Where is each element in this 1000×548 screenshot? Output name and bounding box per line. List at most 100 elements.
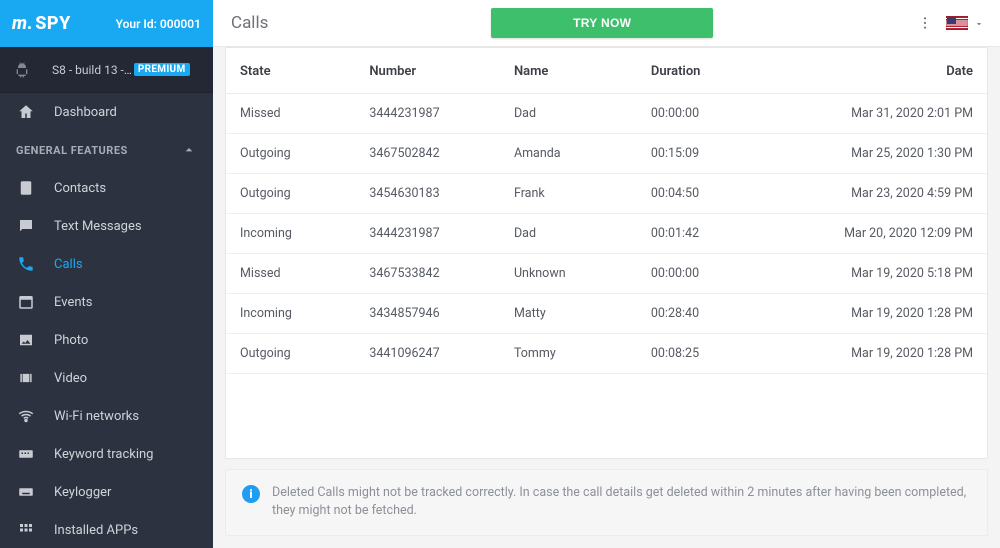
cell-date: Mar 20, 2020 12:09 PM: [766, 214, 987, 254]
sidebar-item-label: Text Messages: [54, 219, 142, 234]
sidebar-brand-bar: m.SPY Your Id: 000001: [0, 0, 213, 47]
sidebar-item-label: Events: [54, 295, 92, 310]
info-icon: i: [242, 485, 260, 503]
cell-number: 3454630183: [355, 174, 500, 214]
sidebar-item-video[interactable]: Video: [0, 359, 213, 397]
android-icon: [14, 62, 30, 78]
cell-number: 3441096247: [355, 334, 500, 374]
sidebar-item-label: Keylogger: [54, 485, 111, 500]
cell-duration: 00:15:09: [637, 134, 766, 174]
cell-number: 3467533842: [355, 254, 500, 294]
main-area: Calls TRY NOW Sta: [213, 0, 1000, 548]
table-row[interactable]: Incoming3444231987Dad00:01:42Mar 20, 202…: [226, 214, 987, 254]
sidebar: m.SPY Your Id: 000001 S8 - build 13 -… P…: [0, 0, 213, 548]
home-icon: [16, 102, 36, 122]
cell-duration: 00:01:42: [637, 214, 766, 254]
sidebar-item-label: Keyword tracking: [54, 447, 154, 462]
cell-name: Frank: [500, 174, 637, 214]
calls-table-card: State Number Name Duration Date Missed34…: [225, 47, 988, 459]
cell-date: Mar 23, 2020 4:59 PM: [766, 174, 987, 214]
sidebar-item-calls[interactable]: Calls: [0, 245, 213, 283]
cell-state: Outgoing: [226, 134, 355, 174]
content: State Number Name Duration Date Missed34…: [213, 47, 1000, 548]
sidebar-item-keylogger[interactable]: Keylogger: [0, 473, 213, 511]
cell-name: Unknown: [500, 254, 637, 294]
more-menu-button[interactable]: [916, 14, 934, 32]
page-title: Calls: [231, 13, 268, 33]
cell-number: 3444231987: [355, 214, 500, 254]
try-now-button[interactable]: TRY NOW: [491, 8, 713, 38]
sidebar-item-dashboard[interactable]: Dashboard: [0, 93, 213, 131]
notice-text: Deleted Calls might not be tracked corre…: [272, 484, 971, 522]
sidebar-item-keyword-tracking[interactable]: Keyword tracking: [0, 435, 213, 473]
table-row[interactable]: Incoming3434857946Matty00:28:40Mar 19, 2…: [226, 294, 987, 334]
keyboard-icon: [16, 444, 36, 464]
cell-state: Outgoing: [226, 174, 355, 214]
device-selector[interactable]: S8 - build 13 -… PREMIUM: [0, 47, 213, 93]
cell-state: Outgoing: [226, 334, 355, 374]
sidebar-item-photo[interactable]: Photo: [0, 321, 213, 359]
table-header-row: State Number Name Duration Date: [226, 48, 987, 94]
image-icon: [16, 330, 36, 350]
sidebar-item-label: Wi-Fi networks: [54, 409, 139, 424]
sidebar-item-text-messages[interactable]: Text Messages: [0, 207, 213, 245]
sidebar-item-label: Dashboard: [54, 105, 117, 120]
sidebar-section-general[interactable]: GENERAL FEATURES: [0, 131, 213, 169]
flag-us-icon: [946, 16, 968, 30]
cell-name: Dad: [500, 214, 637, 254]
sidebar-item-label: Photo: [54, 333, 88, 348]
sidebar-item-wifi[interactable]: Wi-Fi networks: [0, 397, 213, 435]
caret-down-icon: [974, 19, 982, 27]
video-icon: [16, 368, 36, 388]
deleted-calls-notice: i Deleted Calls might not be tracked cor…: [225, 469, 988, 537]
calls-table: State Number Name Duration Date Missed34…: [226, 48, 987, 374]
phone-icon: [16, 254, 36, 274]
language-selector[interactable]: [946, 16, 982, 30]
cell-state: Missed: [226, 94, 355, 134]
table-row[interactable]: Outgoing3467502842Amanda00:15:09Mar 25, …: [226, 134, 987, 174]
sidebar-item-events[interactable]: Events: [0, 283, 213, 321]
col-header-number[interactable]: Number: [355, 48, 500, 94]
col-header-name[interactable]: Name: [500, 48, 637, 94]
cell-date: Mar 31, 2020 2:01 PM: [766, 94, 987, 134]
cell-date: Mar 25, 2020 1:30 PM: [766, 134, 987, 174]
your-id-label: Your Id: 000001: [116, 17, 201, 31]
col-header-state[interactable]: State: [226, 48, 355, 94]
device-name: S8 - build 13 -…: [52, 63, 132, 77]
cell-date: Mar 19, 2020 5:18 PM: [766, 254, 987, 294]
sidebar-item-label: Contacts: [54, 181, 106, 196]
brand-logo: m.SPY: [12, 13, 71, 34]
sidebar-item-contacts[interactable]: Contacts: [0, 169, 213, 207]
calendar-icon: [16, 292, 36, 312]
cell-state: Missed: [226, 254, 355, 294]
sidebar-section-label: GENERAL FEATURES: [16, 144, 128, 157]
apps-grid-icon: [16, 520, 36, 540]
premium-badge: PREMIUM: [134, 63, 190, 76]
cell-duration: 00:00:00: [637, 254, 766, 294]
logo-text: SPY: [35, 13, 71, 34]
cell-name: Matty: [500, 294, 637, 334]
cell-state: Incoming: [226, 294, 355, 334]
sidebar-nav: Dashboard GENERAL FEATURES Contacts Text…: [0, 93, 213, 548]
cell-duration: 00:00:00: [637, 94, 766, 134]
cell-name: Amanda: [500, 134, 637, 174]
cell-name: Tommy: [500, 334, 637, 374]
table-row[interactable]: Outgoing3454630183Frank00:04:50Mar 23, 2…: [226, 174, 987, 214]
clipboard-icon: [16, 178, 36, 198]
sidebar-item-label: Video: [54, 371, 87, 386]
col-header-date[interactable]: Date: [766, 48, 987, 94]
sidebar-item-label: Calls: [54, 257, 83, 272]
cell-number: 3434857946: [355, 294, 500, 334]
wifi-icon: [16, 406, 36, 426]
cell-date: Mar 19, 2020 1:28 PM: [766, 334, 987, 374]
logo-m-icon: m.: [12, 13, 33, 34]
cell-duration: 00:04:50: [637, 174, 766, 214]
table-row[interactable]: Outgoing3441096247Tommy00:08:25Mar 19, 2…: [226, 334, 987, 374]
topbar: Calls TRY NOW: [213, 0, 1000, 47]
col-header-duration[interactable]: Duration: [637, 48, 766, 94]
cell-number: 3444231987: [355, 94, 500, 134]
table-row[interactable]: Missed3444231987Dad00:00:00Mar 31, 2020 …: [226, 94, 987, 134]
sidebar-item-label: Installed APPs: [54, 523, 138, 538]
table-row[interactable]: Missed3467533842Unknown00:00:00Mar 19, 2…: [226, 254, 987, 294]
sidebar-item-installed-apps[interactable]: Installed APPs: [0, 511, 213, 548]
